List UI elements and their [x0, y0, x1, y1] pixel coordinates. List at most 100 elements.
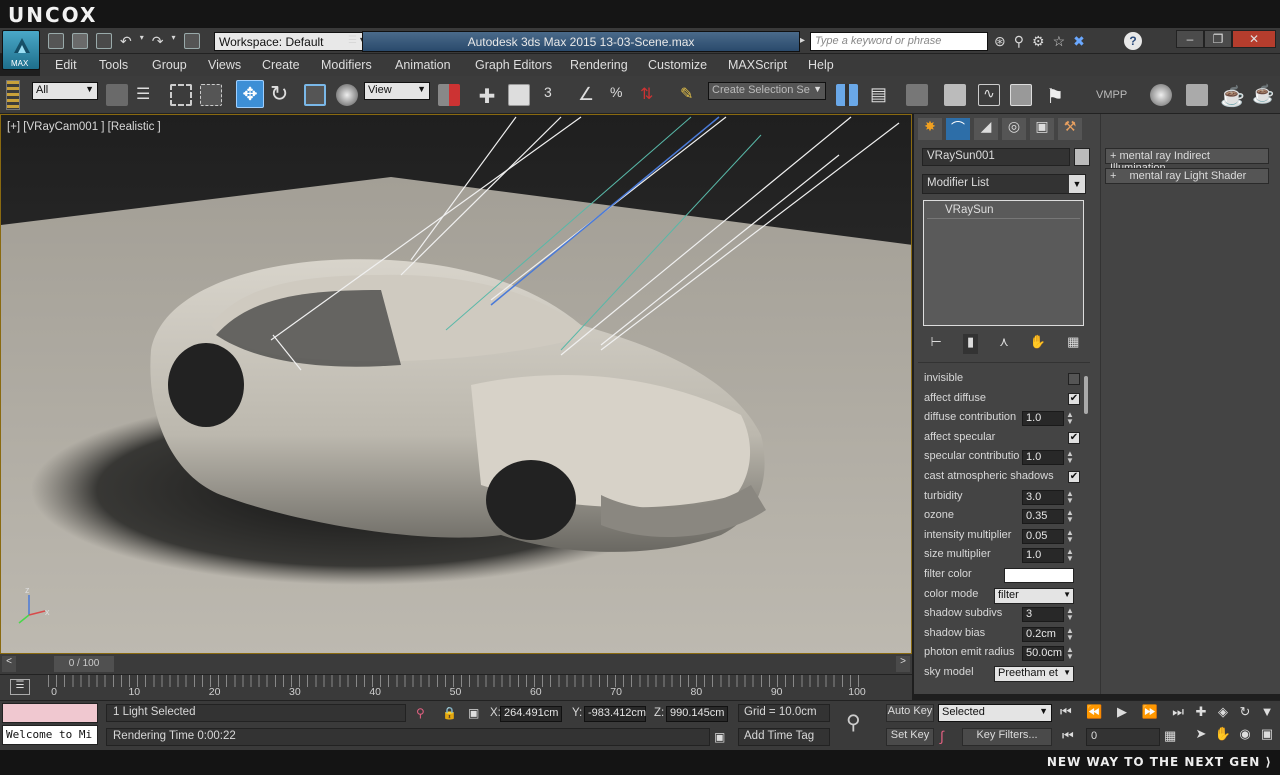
previous-frame-icon[interactable]: ⏪: [1086, 704, 1102, 724]
rollout-mental-ray-light-shader[interactable]: + mental ray Light Shader: [1105, 168, 1269, 184]
menu-maxscript[interactable]: MAXScript: [728, 58, 787, 72]
viewport[interactable]: z x [+] [VRayCam001 ] [Realistic ]: [0, 114, 912, 654]
spinner-arrows-icon[interactable]: ▲ ▼: [1066, 450, 1074, 465]
remove-modifier-icon[interactable]: ✋: [1030, 334, 1046, 354]
percent-snap-icon[interactable]: %: [610, 84, 632, 106]
param-spinner[interactable]: 1.0: [1022, 548, 1064, 564]
menu-graph-editors[interactable]: Graph Editors: [475, 58, 552, 72]
spinner-arrows-icon[interactable]: ▲ ▼: [1066, 626, 1074, 641]
object-color-swatch[interactable]: [1074, 148, 1090, 166]
pan-icon[interactable]: ✋: [1212, 726, 1234, 748]
rendered-frame-window-icon[interactable]: [1186, 84, 1208, 106]
search-input[interactable]: Type a keyword or phrase: [810, 32, 988, 51]
menu-views[interactable]: Views: [208, 58, 241, 72]
menu-modifiers[interactable]: Modifiers: [321, 58, 372, 72]
key-mode-dropdown[interactable]: Selected ▼: [938, 704, 1052, 722]
object-name-field[interactable]: VRaySun001: [922, 148, 1070, 166]
workspace-dropdown[interactable]: Workspace: Default ▼: [214, 32, 370, 51]
ref-coord-dropdown[interactable]: View ▼: [364, 82, 430, 100]
param-spinner[interactable]: 3.0: [1022, 489, 1064, 505]
spinner-arrows-icon[interactable]: ▲ ▼: [1066, 528, 1074, 543]
current-frame-field[interactable]: 0: [1086, 728, 1160, 746]
utilities-tab-icon[interactable]: ⚒: [1058, 118, 1082, 140]
track-bar[interactable]: ☰ 0 10 20 30 40 50 60 70 80 90 100: [0, 674, 912, 700]
place-icon[interactable]: [336, 84, 358, 106]
menu-create[interactable]: Create: [262, 58, 300, 72]
go-to-end-icon[interactable]: ⏭: [1172, 704, 1184, 724]
param-spinner[interactable]: 3: [1022, 607, 1064, 623]
rollout-mental-ray-indirect[interactable]: + mental ray Indirect Illumination: [1105, 148, 1269, 174]
help-button[interactable]: ?: [1124, 32, 1142, 50]
set-key-button[interactable]: Set Key: [886, 728, 934, 746]
show-end-result-icon[interactable]: ▮: [962, 334, 979, 354]
key-filters-button[interactable]: Key Filters...: [962, 728, 1052, 746]
new-file-icon[interactable]: [48, 33, 64, 49]
undo-dropdown-icon[interactable]: ▾: [140, 33, 144, 51]
display-tab-icon[interactable]: ▣: [1030, 118, 1054, 140]
param-spinner[interactable]: 1.0: [1022, 450, 1064, 466]
pivot-center-icon[interactable]: [438, 84, 460, 106]
param-checkbox[interactable]: [1068, 373, 1080, 385]
time-slider-next-button[interactable]: >: [896, 656, 910, 672]
application-button[interactable]: MAX: [2, 30, 40, 70]
mirror-icon[interactable]: [836, 84, 858, 106]
set-key-icon[interactable]: ⚲: [846, 710, 861, 735]
menu-rendering[interactable]: Rendering: [570, 58, 628, 72]
create-tab-icon[interactable]: ✸: [918, 118, 942, 140]
menu-animation[interactable]: Animation: [395, 58, 451, 72]
go-to-start-icon[interactable]: ⏮: [1060, 704, 1072, 724]
viewport-label[interactable]: [+] [VRayCam001 ] [Realistic ]: [7, 121, 161, 133]
param-dropdown[interactable]: Preetham et ▼: [994, 666, 1074, 682]
param-spinner[interactable]: 1.0: [1022, 411, 1064, 427]
redo-dropdown-icon[interactable]: ▾: [171, 33, 175, 51]
param-spinner[interactable]: 50.0cm: [1022, 646, 1064, 662]
y-coordinate-field[interactable]: -983.412cm: [584, 706, 646, 722]
stack-item-vraysun[interactable]: VRaySun: [927, 204, 1080, 219]
motion-tab-icon[interactable]: ◎: [1002, 118, 1026, 140]
layer-explorer-icon[interactable]: [906, 84, 928, 106]
hierarchy-tab-icon[interactable]: ◢: [974, 118, 998, 140]
edit-named-selection-icon[interactable]: ✎: [680, 84, 702, 106]
menu-edit[interactable]: Edit: [55, 58, 77, 72]
scene-explorer-icon[interactable]: [944, 84, 966, 106]
isolate-selection-icon[interactable]: ⚲: [416, 706, 425, 720]
snaps-toggle-icon[interactable]: 3: [544, 84, 566, 106]
spinner-arrows-icon[interactable]: ▲ ▼: [1066, 509, 1074, 524]
selection-lock-icon[interactable]: 🔒: [442, 706, 457, 720]
time-tag-icon[interactable]: ▣: [714, 730, 725, 744]
select-manipulate-icon[interactable]: ✚: [476, 84, 498, 108]
modifier-list-dropdown[interactable]: Modifier List ▼: [922, 174, 1086, 194]
scale-icon[interactable]: [304, 84, 326, 106]
vmpp-label[interactable]: VMPP: [1096, 89, 1127, 101]
star-icon[interactable]: ☆: [1053, 33, 1066, 50]
time-configuration-icon[interactable]: ▦: [1164, 728, 1176, 744]
next-frame-icon[interactable]: ⏩: [1142, 704, 1158, 724]
absolute-mode-icon[interactable]: ▣: [468, 706, 479, 720]
minimize-button[interactable]: –: [1176, 30, 1204, 48]
menu-help[interactable]: Help: [808, 58, 834, 72]
spinner-arrows-icon[interactable]: ▲ ▼: [1066, 548, 1074, 563]
customize-toolbar-icon[interactable]: ☰: [348, 35, 357, 46]
restore-button[interactable]: ❐: [1204, 30, 1232, 48]
param-spinner[interactable]: 0.2cm: [1022, 626, 1064, 642]
param-checkbox[interactable]: ✔: [1068, 431, 1080, 444]
angle-snap-icon[interactable]: ∠: [578, 84, 600, 106]
spinner-arrows-icon[interactable]: ▲ ▼: [1066, 489, 1074, 504]
spinner-arrows-icon[interactable]: ▲ ▼: [1066, 607, 1074, 622]
param-spinner[interactable]: 0.05: [1022, 528, 1064, 544]
pin-stack-icon[interactable]: ⊢: [931, 334, 942, 354]
arc-rotate-icon[interactable]: ◉: [1234, 726, 1256, 748]
selection-filter-dropdown[interactable]: All ▼: [32, 82, 98, 100]
keyboard-shortcut-icon[interactable]: [508, 84, 530, 106]
key-tangent-icon[interactable]: ∫: [940, 728, 944, 744]
param-dropdown[interactable]: filter ▼: [994, 587, 1074, 604]
orbit-icon[interactable]: ↻: [1234, 704, 1256, 726]
render-setup-icon[interactable]: [1150, 84, 1172, 106]
key-mode-toggle-icon[interactable]: ⏮: [1062, 728, 1074, 744]
add-time-tag[interactable]: Add Time Tag: [738, 728, 830, 746]
play-icon[interactable]: ▶: [1117, 704, 1127, 724]
zoom-all-icon[interactable]: ◈: [1212, 704, 1234, 726]
maximize-viewport-icon[interactable]: ▣: [1256, 726, 1278, 748]
rectangle-selection-icon[interactable]: [170, 84, 192, 106]
expand-arrow-icon[interactable]: ▸: [800, 35, 805, 46]
